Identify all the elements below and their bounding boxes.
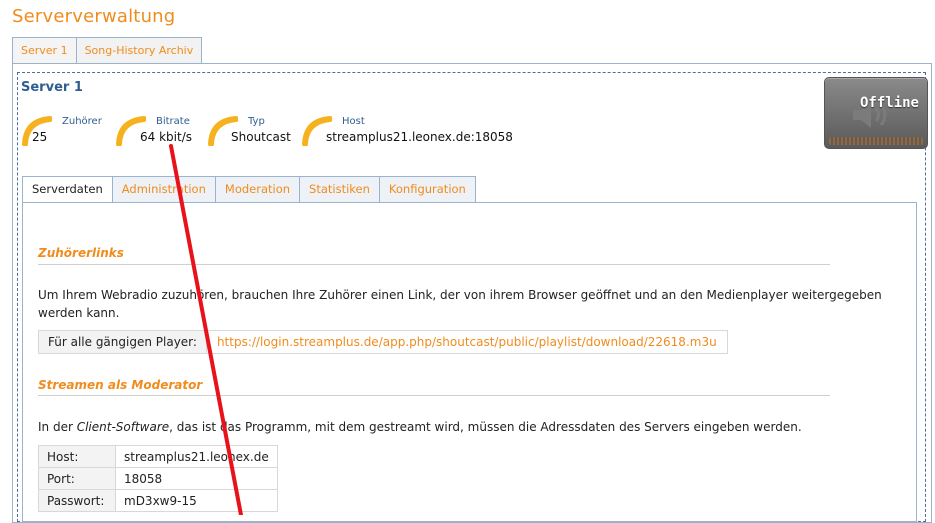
section-divider xyxy=(38,395,830,396)
tab-serverdaten[interactable]: Serverdaten xyxy=(22,176,113,203)
client-software-term: Client-Software xyxy=(76,420,170,434)
stat-value: 64 kbit/s xyxy=(140,130,192,144)
server-credentials-table: Host: streamplus21.leonex.de Port: 18058… xyxy=(38,445,278,512)
tab-statistiken[interactable]: Statistiken xyxy=(299,176,380,203)
moderator-description-pre: In der xyxy=(38,420,77,434)
stat-type: Typ Shoutcast xyxy=(208,112,298,148)
stat-label: Typ xyxy=(248,116,265,127)
table-row: Host: streamplus21.leonex.de xyxy=(38,445,278,468)
credential-value: mD3xw9-15 xyxy=(115,489,278,512)
table-row: Passwort: mD3xw9-15 xyxy=(38,489,278,512)
server-status-badge: Offline xyxy=(824,77,928,149)
tab-moderation[interactable]: Moderation xyxy=(214,176,301,203)
section-divider xyxy=(38,264,830,265)
credential-key: Host: xyxy=(38,445,116,468)
stat-host: Host streamplus21.leonex.de:18058 xyxy=(302,112,532,148)
moderator-description: In der Client-Software, das ist das Prog… xyxy=(38,418,908,436)
stat-value: Shoutcast xyxy=(231,130,291,144)
stat-listeners: Zuhörer 25 xyxy=(22,112,102,148)
credential-key: Passwort: xyxy=(38,489,116,512)
stat-label: Host xyxy=(342,116,365,127)
sub-tab-bar: Serverdaten Administration Moderation St… xyxy=(22,176,476,203)
top-tab-bar: Server 1 Song-History Archiv xyxy=(12,37,203,63)
status-stripe xyxy=(829,137,923,145)
tab-server-1[interactable]: Server 1 xyxy=(12,37,77,63)
tab-song-history-archive[interactable]: Song-History Archiv xyxy=(75,37,203,63)
player-link-label: Für alle gängigen Player: xyxy=(39,331,207,353)
server-heading: Server 1 xyxy=(21,80,83,95)
tab-konfiguration[interactable]: Konfiguration xyxy=(378,176,476,203)
page-title: Serververwaltung xyxy=(12,6,176,27)
listener-links-description: Um Ihrem Webradio zuzuhören, brauchen Ih… xyxy=(38,288,882,320)
stat-value: 25 xyxy=(32,130,48,144)
stat-label: Bitrate xyxy=(156,116,190,127)
stat-bitrate: Bitrate 64 kbit/s xyxy=(116,112,206,148)
credential-value: streamplus21.leonex.de xyxy=(115,445,278,468)
tab-administration[interactable]: Administration xyxy=(111,176,216,203)
status-text: Offline xyxy=(859,95,919,111)
stat-label: Zuhörer xyxy=(62,116,102,127)
moderator-description-post: , das ist das Programm, mit dem gestream… xyxy=(169,420,802,434)
credential-key: Port: xyxy=(38,467,116,490)
table-row: Port: 18058 xyxy=(38,467,278,490)
credential-value: 18058 xyxy=(115,467,278,490)
stat-value: streamplus21.leonex.de:18058 xyxy=(326,130,513,144)
player-link-row: Für alle gängigen Player: https://login.… xyxy=(38,330,728,354)
section-title-moderator: Streamen als Moderator xyxy=(38,378,203,392)
player-link-url[interactable]: https://login.streamplus.de/app.php/shou… xyxy=(207,331,727,353)
section-title-listener-links: Zuhörerlinks xyxy=(38,246,124,260)
